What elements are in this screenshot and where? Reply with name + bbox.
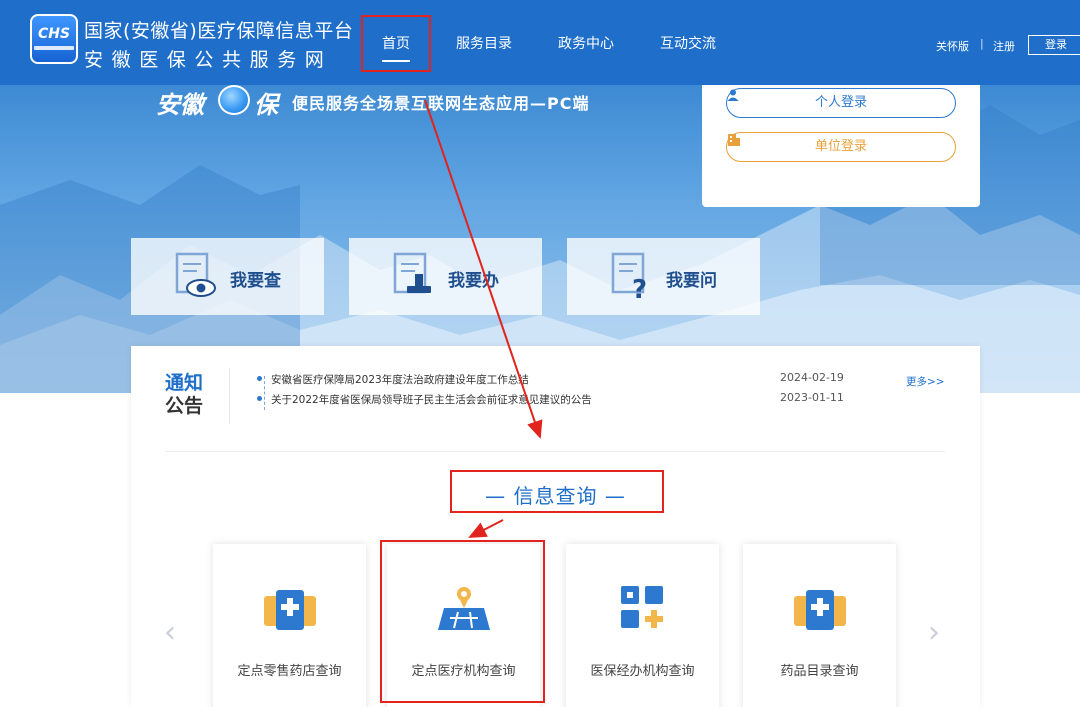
unit-login-label: 单位登录: [814, 139, 867, 154]
annotation-box-info-query: [450, 470, 664, 513]
notice-item-text: 关于2022年度省医保局领导班子民主生活会会前征求意见建议的公告: [271, 394, 592, 406]
notice-heading: 通知 公告: [165, 372, 215, 418]
logo-text: CHS: [37, 26, 71, 42]
service-card-label: 定点零售药店查询: [237, 664, 342, 679]
pharmacy-icon: [263, 590, 316, 630]
notice-item[interactable]: 安徽省医疗保障局2023年度法治政府建设年度工作总结: [257, 372, 529, 387]
notice-more-link[interactable]: 更多>>: [906, 374, 945, 389]
brand-e-icon: [218, 85, 250, 115]
nav-interaction[interactable]: 互动交流: [660, 33, 716, 53]
building-icon: [728, 134, 740, 146]
site-title: 国家(安徽省)医疗保障信息平台: [84, 20, 354, 42]
carousel-prev-button[interactable]: ‹: [164, 618, 176, 648]
document-stamp-icon: [393, 252, 431, 294]
notice-item-date: 2024-02-19: [780, 371, 844, 384]
chs-logo[interactable]: CHS: [30, 14, 78, 64]
notice-item-text: 安徽省医疗保障局2023年度法治政府建设年度工作总结: [271, 374, 529, 386]
personal-login-label: 个人登录: [814, 95, 867, 110]
main-content-card: 通知 公告 安徽省医疗保障局2023年度法治政府建设年度工作总结 2024-02…: [131, 346, 980, 707]
brand-tagline: 便民服务全场景互联网生态应用—PC端: [292, 94, 590, 113]
service-card-agency[interactable]: 医保经办机构查询: [566, 544, 719, 707]
login-card: 个人登录 单位登录: [702, 85, 980, 207]
brand-left-text: 安徽: [156, 91, 204, 119]
carousel-next-button[interactable]: ›: [928, 618, 940, 648]
quick-link-query[interactable]: 我要查: [131, 238, 324, 315]
quick-link-ask-label: 我要问: [666, 271, 717, 291]
document-eye-icon: [175, 252, 216, 297]
nav-service-catalog[interactable]: 服务目录: [456, 33, 512, 53]
service-card-drug-catalog[interactable]: 药品目录查询: [743, 544, 896, 707]
service-card-label: 药品目录查询: [780, 664, 859, 679]
quick-link-handle[interactable]: 我要办: [349, 238, 542, 315]
bullet-icon: [257, 376, 262, 381]
unit-login-button[interactable]: 单位登录: [726, 132, 956, 162]
header-login-button[interactable]: 登录: [1028, 35, 1080, 55]
quick-link-handle-label: 我要办: [448, 271, 499, 291]
top-separator: |: [980, 37, 984, 50]
register-link[interactable]: 注册: [993, 38, 1015, 54]
person-icon: [727, 89, 739, 101]
notice-divider: [229, 368, 230, 424]
top-header: CHS 国家(安徽省)医疗保障信息平台 安徽医保公共服务网 首页 服务目录 政务…: [0, 0, 1080, 85]
grid-plus-icon: [620, 586, 663, 628]
annotation-box-medical-institution: [380, 540, 545, 703]
personal-login-button[interactable]: 个人登录: [726, 88, 956, 118]
elder-mode-link[interactable]: 关怀版: [936, 38, 969, 54]
quick-link-query-label: 我要查: [230, 271, 281, 291]
notice-item-date: 2023-01-11: [780, 391, 844, 404]
service-card-pharmacy[interactable]: 定点零售药店查询: [213, 544, 366, 707]
logo-underline: [34, 46, 74, 50]
site-subtitle: 安徽医保公共服务网: [84, 49, 333, 71]
service-card-label: 医保经办机构查询: [590, 664, 695, 679]
bullet-icon: [257, 396, 262, 401]
brand-right-text: 保: [254, 91, 278, 119]
svg-text:?: ?: [632, 275, 647, 300]
section-divider: [165, 451, 945, 452]
quick-link-ask[interactable]: ? 我要问: [567, 238, 760, 315]
notice-item[interactable]: 关于2022年度省医保局领导班子民主生活会会前征求意见建议的公告: [257, 392, 592, 407]
document-question-icon: ?: [611, 252, 647, 300]
notice-heading-line1: 通知: [165, 372, 204, 394]
nav-government-center[interactable]: 政务中心: [558, 33, 614, 53]
notice-heading-line2: 公告: [165, 395, 204, 417]
annotation-box-home: [361, 15, 431, 72]
medicine-box-icon: [793, 590, 846, 630]
